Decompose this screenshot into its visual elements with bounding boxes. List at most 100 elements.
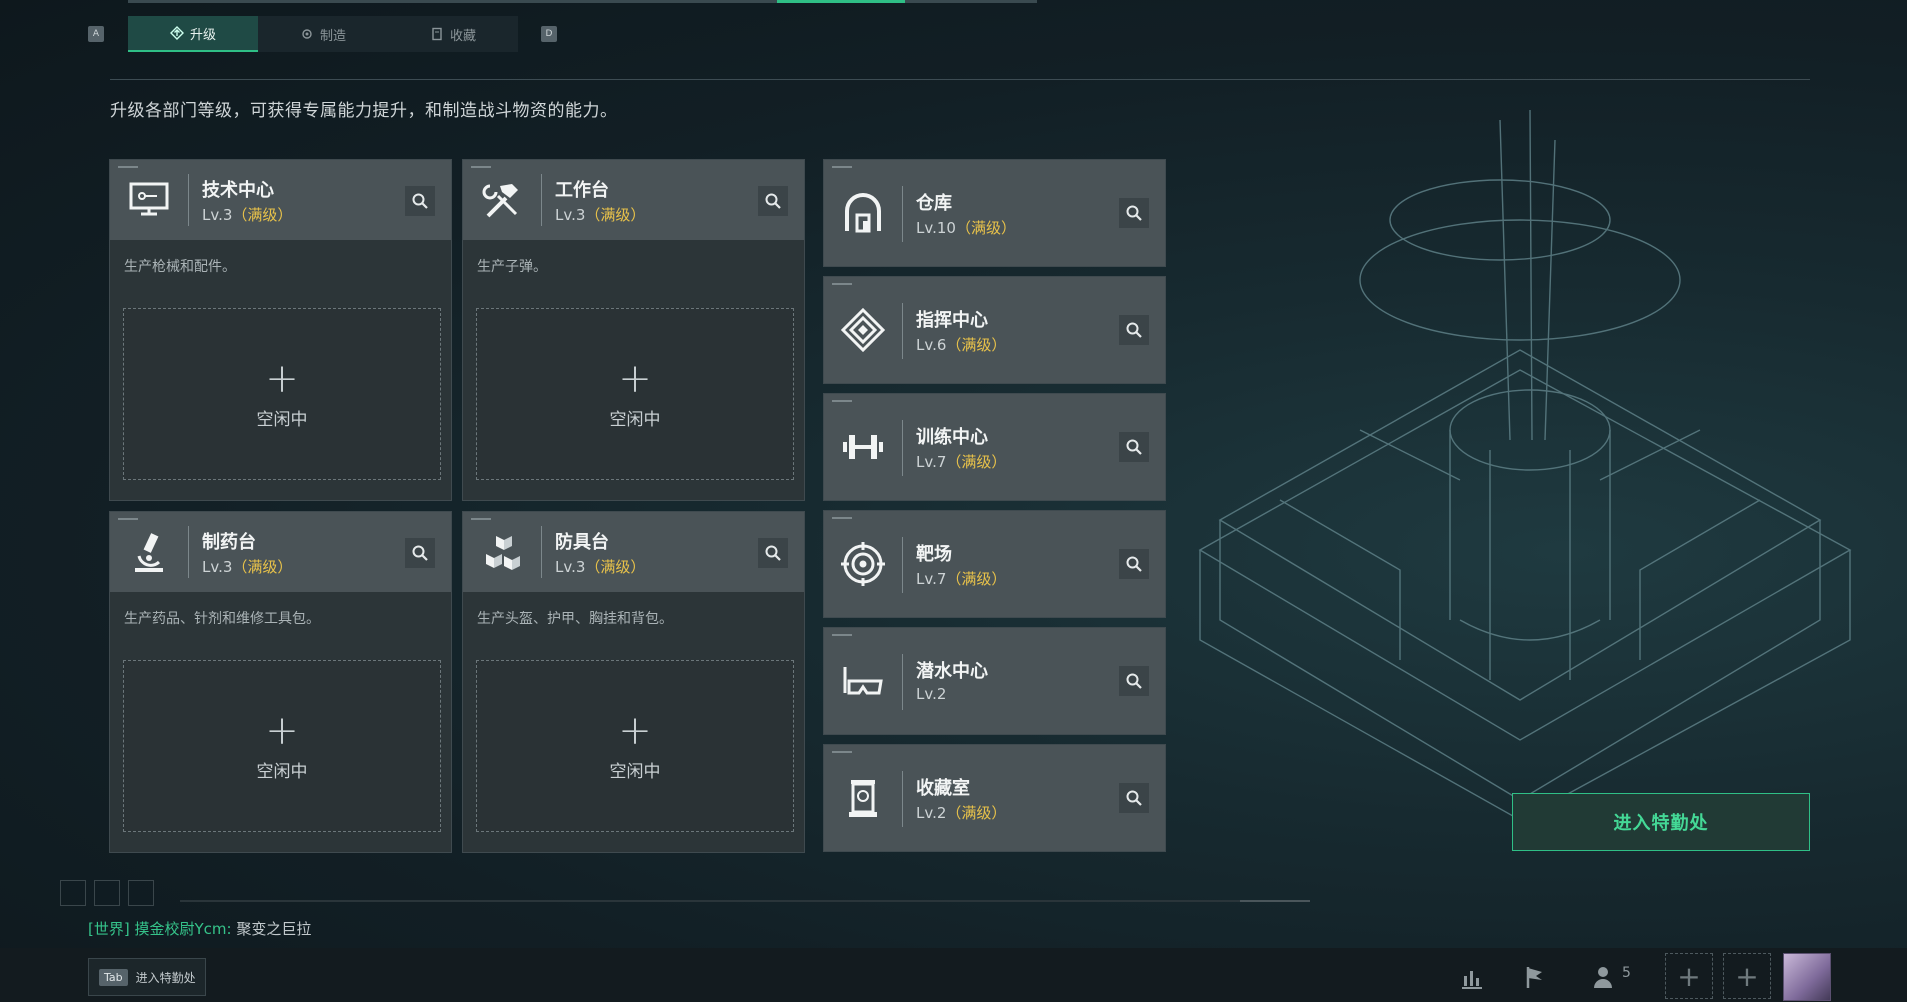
inspect-button[interactable] — [1119, 666, 1149, 696]
facility-card-training-center[interactable]: 训练中心 Lv.7（满级） — [823, 393, 1166, 501]
card-description: 生产枪械和配件。 — [124, 259, 236, 275]
chat-message: 聚变之巨拉 — [236, 920, 312, 938]
level-value: Lv.3 — [555, 206, 586, 224]
card-header: 技术中心 Lv.3（满级） — [110, 160, 451, 240]
inspect-button[interactable] — [405, 186, 435, 216]
base-illustration — [1198, 109, 1852, 821]
thumbnail[interactable] — [94, 880, 120, 906]
avatar[interactable] — [1783, 953, 1831, 1001]
card-tick — [832, 634, 852, 636]
inspect-button[interactable] — [1119, 432, 1149, 462]
card-tick — [118, 518, 138, 520]
armor-icon — [477, 528, 527, 576]
collection-icon — [432, 27, 442, 41]
level-value: Lv.6 — [916, 336, 947, 354]
card-level: Lv.10（满级） — [916, 217, 1016, 238]
friends-count: 5 — [1622, 965, 1631, 981]
production-slot[interactable]: + 空闲中 — [123, 660, 441, 832]
scroll-track — [180, 900, 1310, 902]
workshop-card-armor[interactable]: 防具台 Lv.3（满级） 生产头盔、护甲、胸挂和背包。 + 空闲中 — [462, 511, 805, 853]
dumbbell-icon — [838, 423, 888, 471]
facility-card-diving-center[interactable]: 潜水中心 Lv.2 — [823, 627, 1166, 735]
separator — [541, 174, 542, 226]
level-value: Lv.3 — [202, 558, 233, 576]
tab-upgrade-label: 升级 — [189, 27, 216, 43]
max-level-badge: （满级） — [955, 219, 1016, 237]
workshop-card-tech-center[interactable]: 技术中心 Lv.3（满级） 生产枪械和配件。 + 空闲中 — [109, 159, 452, 501]
thumbnail[interactable] — [128, 880, 154, 906]
tab-upgrade[interactable]: 升级 — [128, 16, 258, 52]
inspect-button[interactable] — [405, 538, 435, 568]
card-tick — [832, 283, 852, 285]
shortcut-label: 进入特勤处 — [135, 970, 196, 985]
search-icon — [412, 545, 428, 561]
max-level-badge: （满级） — [232, 558, 293, 576]
level-value: Lv.2 — [916, 685, 947, 703]
facility-card-warehouse[interactable]: 仓库 Lv.10（满级） — [823, 159, 1166, 267]
search-icon — [1126, 673, 1142, 689]
card-tick — [471, 166, 491, 168]
thumbnail[interactable] — [60, 880, 86, 906]
search-icon — [1126, 205, 1142, 221]
search-icon — [1126, 556, 1142, 572]
card-description: 生产头盔、护甲、胸挂和背包。 — [477, 611, 673, 627]
inspect-button[interactable] — [758, 186, 788, 216]
chat-line[interactable]: [世界] 摸金校尉Ycm: 聚变之巨拉 — [88, 918, 311, 939]
enter-special-ops-button[interactable]: 进入特勤处 — [1512, 793, 1810, 851]
production-slot[interactable]: + 空闲中 — [476, 660, 794, 832]
card-tick — [471, 518, 491, 520]
separator — [902, 771, 903, 827]
card-tick — [832, 400, 852, 402]
microscope-icon — [124, 528, 174, 576]
card-header: 制药台 Lv.3（满级） — [110, 512, 451, 592]
tab-craft[interactable]: 制造 — [258, 16, 388, 52]
flag-icon[interactable] — [1520, 962, 1550, 992]
production-slot[interactable]: + 空闲中 — [476, 308, 794, 480]
separator — [902, 537, 903, 593]
search-icon — [1126, 322, 1142, 338]
card-title: 防具台 — [555, 532, 609, 553]
production-slot[interactable]: + 空闲中 — [123, 308, 441, 480]
stats-icon[interactable] — [1457, 962, 1487, 992]
inspect-button[interactable] — [1119, 198, 1149, 228]
gear-icon — [302, 29, 312, 39]
plus-icon: + — [618, 707, 652, 754]
card-level: Lv.6（满级） — [916, 334, 1006, 355]
add-teammate-button[interactable]: + — [1723, 953, 1771, 999]
separator — [902, 420, 903, 476]
card-description: 生产子弹。 — [477, 259, 547, 275]
inspect-button[interactable] — [758, 538, 788, 568]
slot-status: 空闲中 — [256, 761, 308, 782]
card-title: 训练中心 — [916, 427, 988, 448]
facility-card-collection-room[interactable]: 收藏室 Lv.2（满级） — [823, 744, 1166, 852]
card-header: 防具台 Lv.3（满级） — [463, 512, 804, 592]
facility-card-shooting-range[interactable]: 靶场 Lv.7（满级） — [823, 510, 1166, 618]
command-icon — [838, 306, 888, 354]
facility-card-command-center[interactable]: 指挥中心 Lv.6（满级） — [823, 276, 1166, 384]
inspect-button[interactable] — [1119, 315, 1149, 345]
level-value: Lv.10 — [916, 219, 956, 237]
card-level: Lv.7（满级） — [916, 568, 1006, 589]
add-teammate-button[interactable]: + — [1665, 953, 1713, 999]
separator — [541, 526, 542, 578]
search-icon — [765, 545, 781, 561]
card-tick — [832, 751, 852, 753]
max-level-badge: （满级） — [585, 558, 646, 576]
card-title: 技术中心 — [202, 180, 274, 201]
card-tick — [832, 166, 852, 168]
plus-icon: + — [265, 707, 299, 754]
inspect-button[interactable] — [1119, 783, 1149, 813]
friends-icon[interactable] — [1590, 962, 1620, 992]
card-level: Lv.3（满级） — [555, 556, 645, 577]
search-icon — [1126, 790, 1142, 806]
separator — [902, 303, 903, 359]
plus-icon: + — [265, 355, 299, 402]
max-level-badge: （满级） — [946, 453, 1007, 471]
workshop-card-pharmacy[interactable]: 制药台 Lv.3（满级） 生产药品、针剂和维修工具包。 + 空闲中 — [109, 511, 452, 853]
tab-collection[interactable]: 收藏 — [388, 16, 518, 52]
tab-craft-label: 制造 — [319, 28, 346, 44]
enter-special-ops-shortcut[interactable]: Tab 进入特勤处 — [88, 958, 206, 996]
inspect-button[interactable] — [1119, 549, 1149, 579]
workshop-card-workbench[interactable]: 工作台 Lv.3（满级） 生产子弹。 + 空闲中 — [462, 159, 805, 501]
level-value: Lv.7 — [916, 570, 947, 588]
